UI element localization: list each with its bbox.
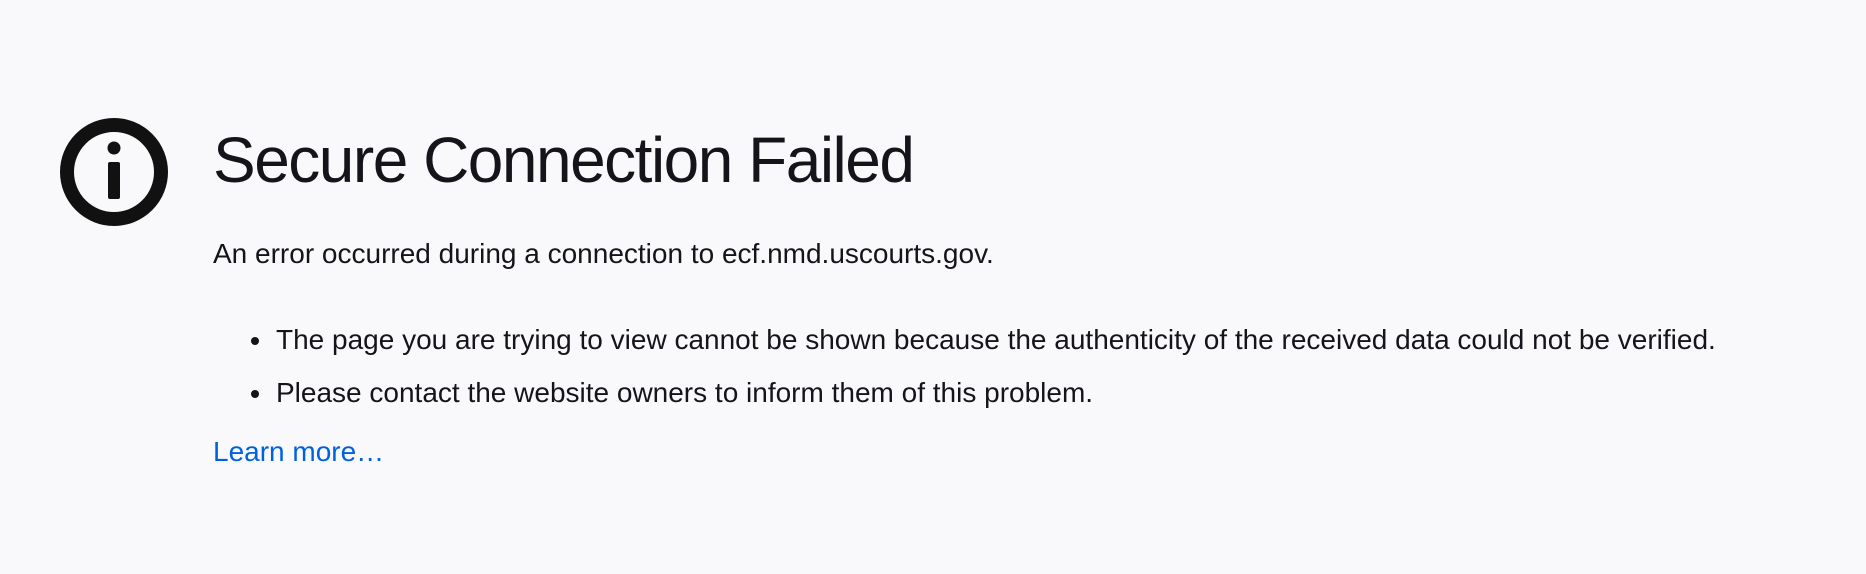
page-title: Secure Connection Failed — [213, 124, 915, 196]
error-reasons-list: The page you are trying to view cannot b… — [213, 322, 1773, 411]
error-reason: The page you are trying to view cannot b… — [274, 322, 1773, 358]
error-page: Secure Connection Failed An error occurr… — [0, 0, 1866, 574]
learn-more-link[interactable]: Learn more… — [213, 434, 384, 470]
error-intro: An error occurred during a connection to… — [213, 238, 994, 269]
error-content: Secure Connection Failed An error occurr… — [213, 120, 1813, 470]
info-icon — [60, 118, 168, 226]
error-reason: Please contact the website owners to inf… — [274, 375, 1773, 411]
